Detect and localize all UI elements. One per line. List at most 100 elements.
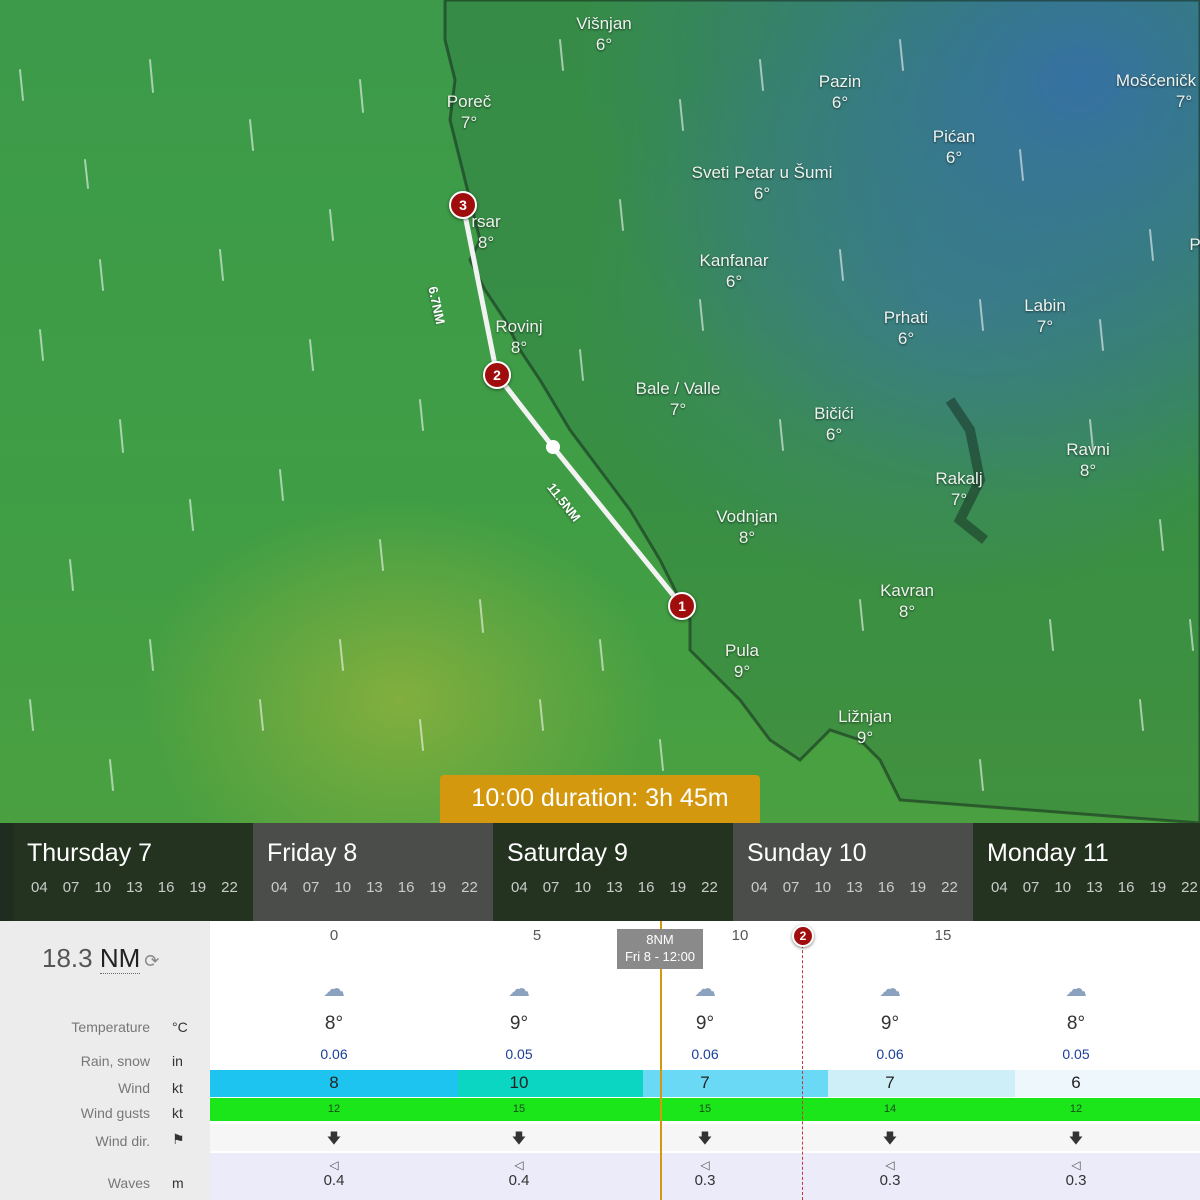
gust-value: 14 bbox=[883, 1103, 897, 1115]
waypoint-3[interactable]: 3 bbox=[449, 191, 477, 219]
rain-value: 0.05 bbox=[505, 1046, 533, 1062]
wave-direction-icon: ◁ bbox=[1071, 1158, 1081, 1172]
arrow-down-icon: 🡇 bbox=[882, 1130, 898, 1146]
scale-tick: 10 bbox=[731, 927, 749, 944]
cursor-distance: 8NM bbox=[646, 932, 674, 947]
place-vodnjan: Vodnjan 8° bbox=[716, 507, 778, 547]
label-gusts: Wind gusts bbox=[80, 1105, 150, 1121]
cursor-time: Fri 8 - 12:00 bbox=[624, 949, 696, 964]
day-thursday[interactable]: Thursday 7 04 07 10 13 16 19 22 bbox=[13, 823, 253, 921]
place-edge-label: P bbox=[1189, 235, 1200, 254]
day-friday[interactable]: Friday 8 04 07 10 13 16 19 22 bbox=[253, 823, 493, 921]
place-visnjan: Višnjan 6° bbox=[576, 14, 632, 54]
place-kavran: Kavran 8° bbox=[880, 581, 934, 621]
day-name: Monday 11 bbox=[987, 839, 1109, 867]
day-sunday[interactable]: Sunday 10 04 07 10 13 16 19 22 bbox=[733, 823, 973, 921]
rain-cloud-icon: ☁ bbox=[879, 976, 901, 1001]
label-wind-dir: Wind dir. bbox=[95, 1133, 150, 1149]
scale-tick: 0 bbox=[329, 927, 339, 944]
weather-column-3: ☁ bbox=[694, 976, 716, 1002]
day-hours: 04 07 10 13 16 19 22 bbox=[991, 879, 1198, 896]
arrow-down-icon: 🡇 bbox=[1068, 1130, 1084, 1146]
label-waves: Waves bbox=[107, 1175, 150, 1191]
cursor-tooltip: 8NM Fri 8 - 12:00 bbox=[617, 929, 703, 969]
waves-cell: ◁ 0.4 bbox=[509, 1158, 530, 1189]
day-name: Thursday 7 bbox=[27, 839, 153, 867]
rain-value: 0.06 bbox=[691, 1046, 719, 1062]
timeline-days[interactable]: Thursday 7 04 07 10 13 16 19 22 Friday 8 04 07 10 1… bbox=[0, 823, 1200, 921]
waves-value: 0.3 bbox=[879, 1172, 901, 1189]
rain-cloud-icon: ☁ bbox=[1065, 976, 1087, 1001]
day-saturday[interactable]: Saturday 9 04 07 10 13 16 19 22 bbox=[493, 823, 733, 921]
place-pican: Pićan 6° bbox=[932, 127, 976, 167]
label-wind: Wind bbox=[118, 1080, 150, 1096]
scale-tick: 15 bbox=[934, 927, 952, 944]
gust-value: 12 bbox=[327, 1103, 341, 1115]
place-bale: Bale / Valle 7° bbox=[635, 379, 721, 419]
row-labels: 18.3 NM ⟳ Temperature °C Rain, snow in Wi… bbox=[0, 921, 210, 1200]
temperature-value: 9° bbox=[509, 1013, 529, 1034]
unit-temperature[interactable]: °C bbox=[172, 1019, 188, 1035]
place-liznjan: Ližnjan 9° bbox=[838, 707, 892, 747]
flag-icon[interactable]: ⚑ bbox=[172, 1131, 185, 1148]
place-pazin: Pazin 6° bbox=[818, 72, 862, 112]
place-prhati: Prhati 6° bbox=[883, 308, 929, 348]
gust-value: 15 bbox=[698, 1103, 712, 1115]
place-porec: Poreč 7° bbox=[446, 92, 492, 132]
unit-rain[interactable]: in bbox=[172, 1053, 183, 1069]
waves-value: 0.3 bbox=[694, 1172, 716, 1189]
place-ravni: Ravni 8° bbox=[1066, 440, 1110, 480]
departure-duration-label[interactable]: 10:00 duration: 3h 45m bbox=[440, 775, 760, 833]
arrow-down-icon: 🡇 bbox=[511, 1130, 527, 1146]
place-kanfanar: Kanfanar 6° bbox=[699, 251, 769, 291]
place-labin: Labin 7° bbox=[1024, 296, 1066, 336]
day-hours: 04 07 10 13 16 19 22 bbox=[271, 879, 478, 896]
label-temperature: Temperature bbox=[71, 1019, 150, 1035]
waypoint-1[interactable]: 1 bbox=[668, 592, 696, 620]
place-vrsar: rsar 8° bbox=[471, 212, 501, 252]
wind-value: 8 bbox=[329, 1073, 339, 1092]
arrow-down-icon: 🡇 bbox=[697, 1130, 713, 1146]
distance-unit-toggle[interactable]: NM bbox=[99, 943, 141, 974]
wind-value: 7 bbox=[885, 1073, 895, 1092]
place-moscenicka: Mošćeničk 7° bbox=[1115, 71, 1197, 111]
unit-waves[interactable]: m bbox=[172, 1175, 184, 1191]
weather-column-5: ☁ bbox=[1065, 976, 1087, 1002]
weather-column-1: ☁ bbox=[323, 976, 345, 1002]
arrow-down-icon: 🡇 bbox=[326, 1130, 342, 1146]
weather-column-2: ☁ bbox=[508, 976, 530, 1002]
waypoint-2-marker[interactable]: 2 bbox=[792, 925, 814, 947]
weather-map[interactable]: Višnjan 6° Poreč 7° Pazin 6° Mošćeničk 7° Pi… bbox=[0, 0, 1200, 823]
place-rovinj: Rovinj 8° bbox=[495, 317, 543, 357]
gust-value: 15 bbox=[512, 1103, 526, 1115]
temperature-value: 9° bbox=[880, 1013, 900, 1034]
temperature-value: 8° bbox=[1066, 1013, 1086, 1034]
route-forecast-table: 18.3 NM ⟳ Temperature °C Rain, snow in Wi… bbox=[0, 921, 1200, 1200]
waves-value: 0.4 bbox=[323, 1172, 345, 1189]
refresh-icon[interactable]: ⟳ bbox=[144, 951, 159, 971]
rain-cloud-icon: ☁ bbox=[694, 976, 716, 1001]
day-name: Sunday 10 bbox=[747, 839, 867, 867]
wind-value: 10 bbox=[509, 1073, 529, 1092]
day-hours: 04 07 10 13 16 19 22 bbox=[31, 879, 238, 896]
map-land bbox=[19, 0, 1200, 823]
waypoint-2[interactable]: 2 bbox=[483, 361, 511, 389]
unit-wind[interactable]: kt bbox=[172, 1080, 183, 1096]
wave-direction-icon: ◁ bbox=[329, 1158, 339, 1172]
waves-cell: ◁ 0.3 bbox=[695, 1158, 716, 1189]
place-rakalj: Rakalj 7° bbox=[935, 469, 983, 509]
route-midpoint-handle[interactable] bbox=[546, 440, 560, 454]
day-hours: 04 07 10 13 16 19 22 bbox=[751, 879, 958, 896]
route-distance: 18.3 NM ⟳ bbox=[42, 943, 160, 974]
wave-direction-icon: ◁ bbox=[700, 1158, 710, 1172]
rain-value: 0.06 bbox=[320, 1046, 348, 1062]
rain-cloud-icon: ☁ bbox=[508, 976, 530, 1001]
wind-value: 6 bbox=[1071, 1073, 1081, 1092]
place-sveti-petar: Sveti Petar u Šumi 6° bbox=[691, 163, 833, 203]
unit-gusts[interactable]: kt bbox=[172, 1105, 183, 1121]
place-pula: Pula 9° bbox=[724, 641, 760, 681]
rain-cloud-icon: ☁ bbox=[323, 976, 345, 1001]
waves-value: 0.4 bbox=[508, 1172, 530, 1189]
scale-tick: 5 bbox=[532, 927, 542, 944]
day-monday[interactable]: Monday 11 04 07 10 13 16 19 22 bbox=[973, 823, 1200, 921]
